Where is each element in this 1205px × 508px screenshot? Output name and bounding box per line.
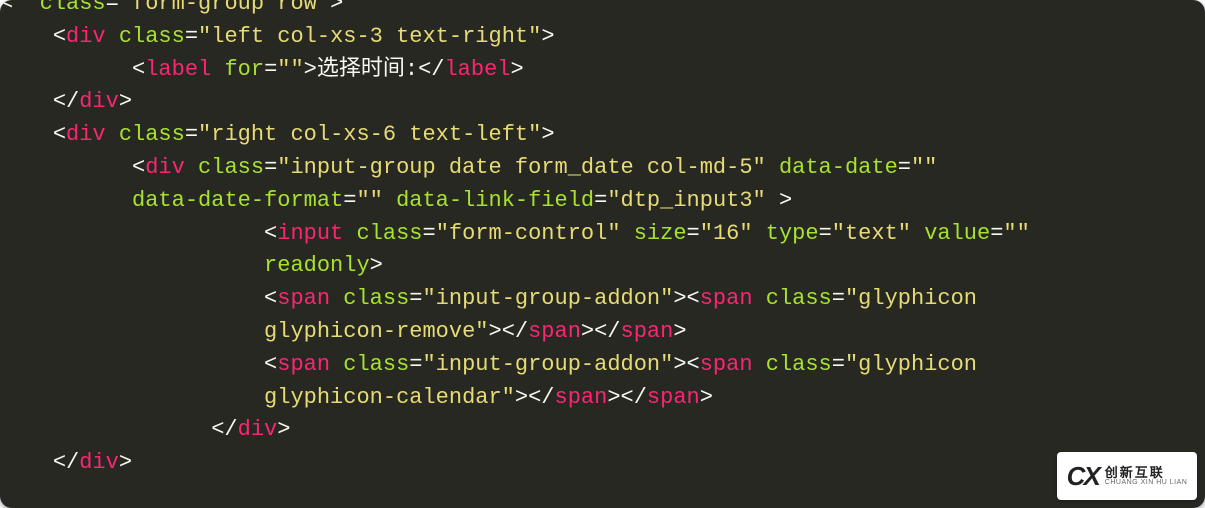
code-line: </div>: [0, 447, 1205, 480]
code-line: <span class="input-group-addon"><span cl…: [0, 283, 1205, 316]
code-line: </div>: [0, 86, 1205, 119]
watermark-line2: CHUANG XIN HU LIAN: [1105, 479, 1188, 486]
code-line: <span class="input-group-addon"><span cl…: [0, 349, 1205, 382]
watermark-logo-icon: CX: [1067, 460, 1099, 493]
code-lines: < class="form-group row"> <div class="le…: [0, 0, 1205, 480]
code-line: < class="form-group row">: [0, 0, 1205, 21]
code-line: </div>: [0, 414, 1205, 447]
watermark-text: 创新互联 CHUANG XIN HU LIAN: [1105, 466, 1188, 487]
code-line: readonly>: [0, 250, 1205, 283]
code-line: glyphicon-remove"></span></span>: [0, 316, 1205, 349]
code-line: data-date-format="" data-link-field="dtp…: [0, 185, 1205, 218]
watermark-badge: CX 创新互联 CHUANG XIN HU LIAN: [1057, 452, 1197, 500]
code-line: <div class="left col-xs-3 text-right">: [0, 21, 1205, 54]
code-line: <input class="form-control" size="16" ty…: [0, 218, 1205, 251]
watermark-line1: 创新互联: [1105, 466, 1188, 480]
code-line: <label for="">选择时间:</label>: [0, 54, 1205, 87]
code-snippet: < class="form-group row"> <div class="le…: [0, 0, 1205, 508]
code-line: glyphicon-calendar"></span></span>: [0, 382, 1205, 415]
code-line: <div class="input-group date form_date c…: [0, 152, 1205, 185]
code-line: <div class="right col-xs-6 text-left">: [0, 119, 1205, 152]
